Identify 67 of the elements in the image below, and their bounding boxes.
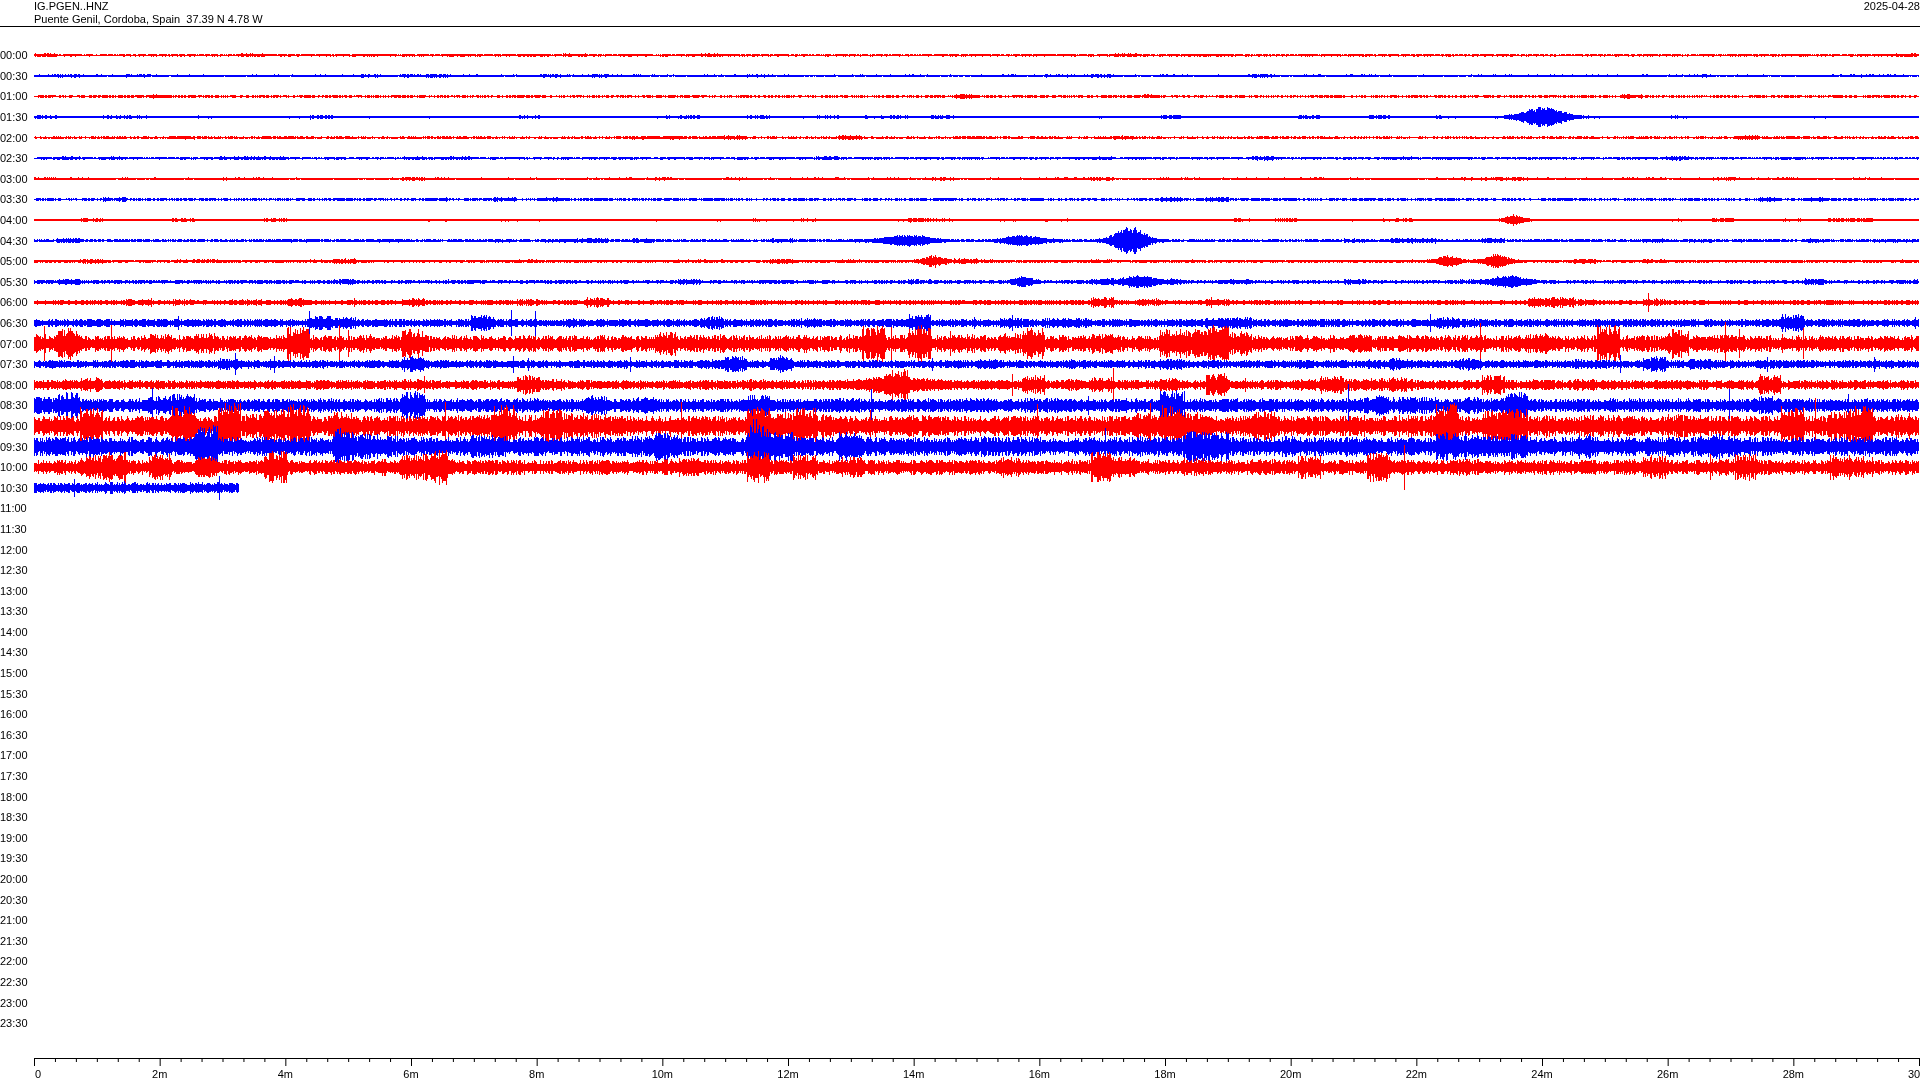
time-label: 18:30 <box>0 810 28 826</box>
time-label: 15:30 <box>0 686 28 702</box>
time-label: 01:30 <box>0 110 28 126</box>
time-label: 09:30 <box>0 439 28 455</box>
time-label: 02:00 <box>0 130 28 146</box>
time-label: 09:00 <box>0 418 28 434</box>
time-label: 00:30 <box>0 68 28 84</box>
time-label: 02:30 <box>0 151 28 167</box>
time-label: 22:00 <box>0 954 28 970</box>
time-label: 07:00 <box>0 336 28 352</box>
time-label: 16:00 <box>0 707 28 723</box>
axis-tick-label: 30 <box>1907 1067 1920 1080</box>
axis-tick-label: 16m <box>1028 1067 1051 1080</box>
time-label: 15:00 <box>0 666 28 682</box>
time-label: 22:30 <box>0 974 28 990</box>
axis-tick-label: 22m <box>1405 1067 1428 1080</box>
time-label: 00:00 <box>0 48 28 64</box>
axis-tick-label: 14m <box>902 1067 925 1080</box>
time-label: 21:30 <box>0 933 28 949</box>
time-label: 03:30 <box>0 192 28 208</box>
time-label: 12:00 <box>0 542 28 558</box>
axis-tick-label: 2m <box>152 1067 168 1080</box>
axis-tick-label: 6m <box>403 1067 419 1080</box>
station-location: Puente Genil, Cordoba, Spain 37.39 N 4.78 W <box>34 13 263 26</box>
axis-tick-label: 26m <box>1656 1067 1679 1080</box>
time-label: 14:00 <box>0 624 28 640</box>
time-label: 23:30 <box>0 1016 28 1032</box>
time-label: 06:30 <box>0 315 28 331</box>
axis-tick-label: 20m <box>1279 1067 1302 1080</box>
axis-tick-label: 28m <box>1782 1067 1805 1080</box>
time-label: 19:30 <box>0 851 28 867</box>
axis-tick-label: 12m <box>777 1067 799 1080</box>
time-label: 03:00 <box>0 171 28 187</box>
time-label: 06:00 <box>0 295 28 311</box>
axis-tick-label: 4m <box>277 1067 293 1080</box>
time-label: 04:30 <box>0 233 28 249</box>
axis-tick-label: 0 <box>34 1067 42 1080</box>
time-label: 18:00 <box>0 789 28 805</box>
time-label: 12:30 <box>0 563 28 579</box>
time-label: 21:00 <box>0 913 28 929</box>
time-label: 05:30 <box>0 274 28 290</box>
time-label: 14:30 <box>0 645 28 661</box>
station-code: IG.PGEN..HNZ <box>34 0 110 13</box>
time-label: 17:00 <box>0 748 28 764</box>
axis-tick-label: 10m <box>651 1067 674 1080</box>
time-label: 20:00 <box>0 872 28 887</box>
time-label: 13:00 <box>0 583 28 599</box>
time-label: 08:30 <box>0 398 28 414</box>
time-label: 10:30 <box>0 480 28 496</box>
time-label: 07:30 <box>0 357 28 373</box>
time-label: 20:30 <box>0 892 28 908</box>
time-label: 16:30 <box>0 727 28 743</box>
time-label: 23:00 <box>0 995 28 1011</box>
axis-tick-label: 8m <box>529 1067 545 1080</box>
time-label: 11:30 <box>0 521 27 537</box>
time-label: 17:30 <box>0 769 28 785</box>
time-label: 11:00 <box>0 501 27 517</box>
time-label: 08:00 <box>0 377 28 393</box>
time-label: 04:00 <box>0 213 28 228</box>
time-label: 13:30 <box>0 604 28 620</box>
time-label: 01:00 <box>0 89 28 105</box>
time-label: 19:00 <box>0 830 28 846</box>
date-label: 2025-04-28 <box>1863 0 1920 14</box>
time-label: 10:00 <box>0 460 28 476</box>
axis-tick-label: 18m <box>1154 1067 1176 1080</box>
axis-tick-label: 24m <box>1531 1067 1553 1080</box>
time-label: 05:00 <box>0 254 28 270</box>
